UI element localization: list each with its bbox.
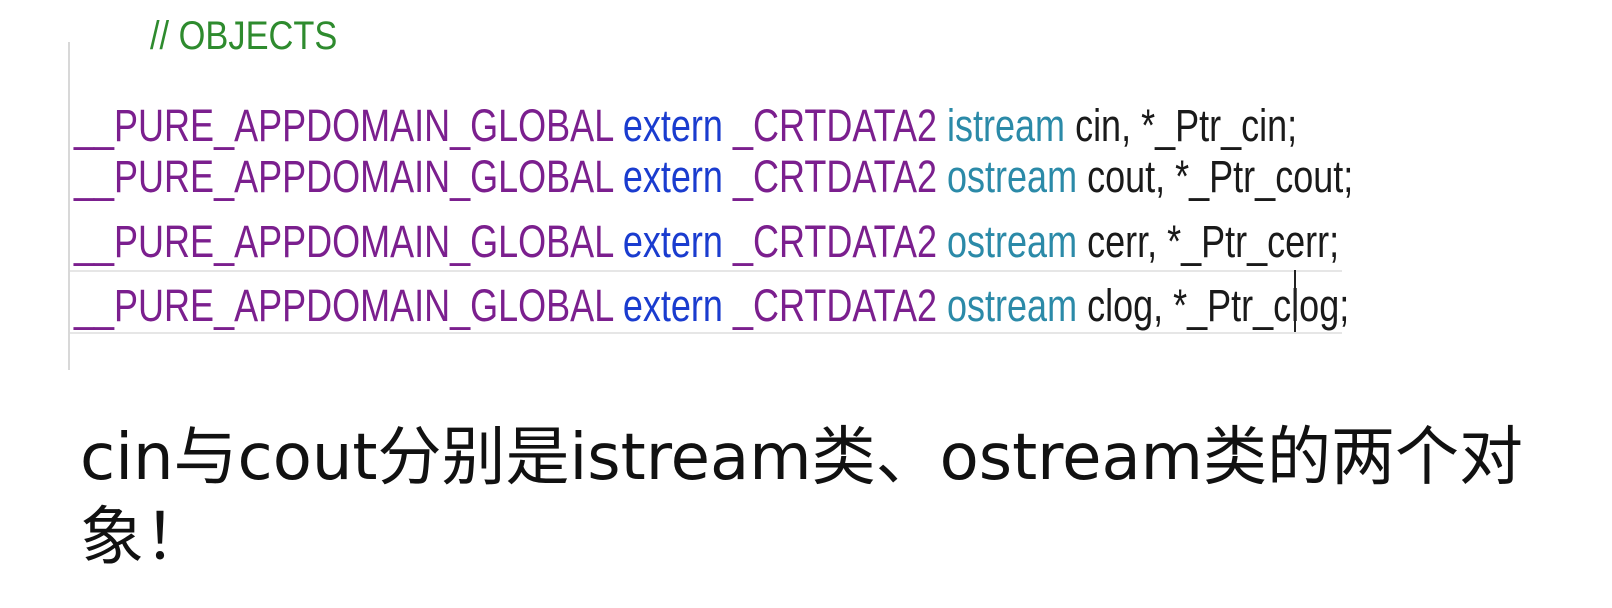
type-token: istream [947, 100, 1066, 151]
code-line-clog[interactable]: __PURE_APPDOMAIN_GLOBAL extern _CRTDATA2… [74, 276, 1349, 336]
identifier-token: cout, *_Ptr_cout; [1087, 151, 1354, 202]
identifier-token: cerr, *_Ptr_cerr; [1087, 216, 1340, 267]
type-token: ostream [947, 151, 1078, 202]
macro-token: _CRTDATA2 [732, 100, 938, 151]
identifier-token: clog, *_Ptr_clog; [1087, 280, 1350, 331]
macro-token: __PURE_APPDOMAIN_GLOBAL [74, 100, 613, 151]
macro-token: __PURE_APPDOMAIN_GLOBAL [74, 216, 613, 267]
macro-token: __PURE_APPDOMAIN_GLOBAL [74, 280, 613, 331]
keyword-token: extern [622, 280, 723, 331]
macro-token: _CRTDATA2 [732, 280, 938, 331]
type-token: ostream [947, 216, 1078, 267]
macro-token: __PURE_APPDOMAIN_GLOBAL [74, 151, 613, 202]
keyword-token: extern [622, 151, 723, 202]
code-line-cerr[interactable]: __PURE_APPDOMAIN_GLOBAL extern _CRTDATA2… [74, 212, 1339, 272]
slide-caption: cin与cout分别是istream类、ostream类的两个对象！ [80, 421, 1524, 575]
code-line-cout[interactable]: __PURE_APPDOMAIN_GLOBAL extern _CRTDATA2… [74, 147, 1353, 207]
identifier-token: cin, *_Ptr_cin; [1075, 100, 1298, 151]
keyword-token: extern [622, 100, 723, 151]
type-token: ostream [947, 280, 1078, 331]
macro-token: _CRTDATA2 [732, 216, 938, 267]
code-comment: // OBJECTS [150, 14, 338, 54]
macro-token: _CRTDATA2 [732, 151, 938, 202]
text-caret [1294, 270, 1296, 332]
keyword-token: extern [622, 216, 723, 267]
code-editor[interactable]: // OBJECTS __PURE_APPDOMAIN_GLOBAL exter… [0, 0, 1612, 380]
